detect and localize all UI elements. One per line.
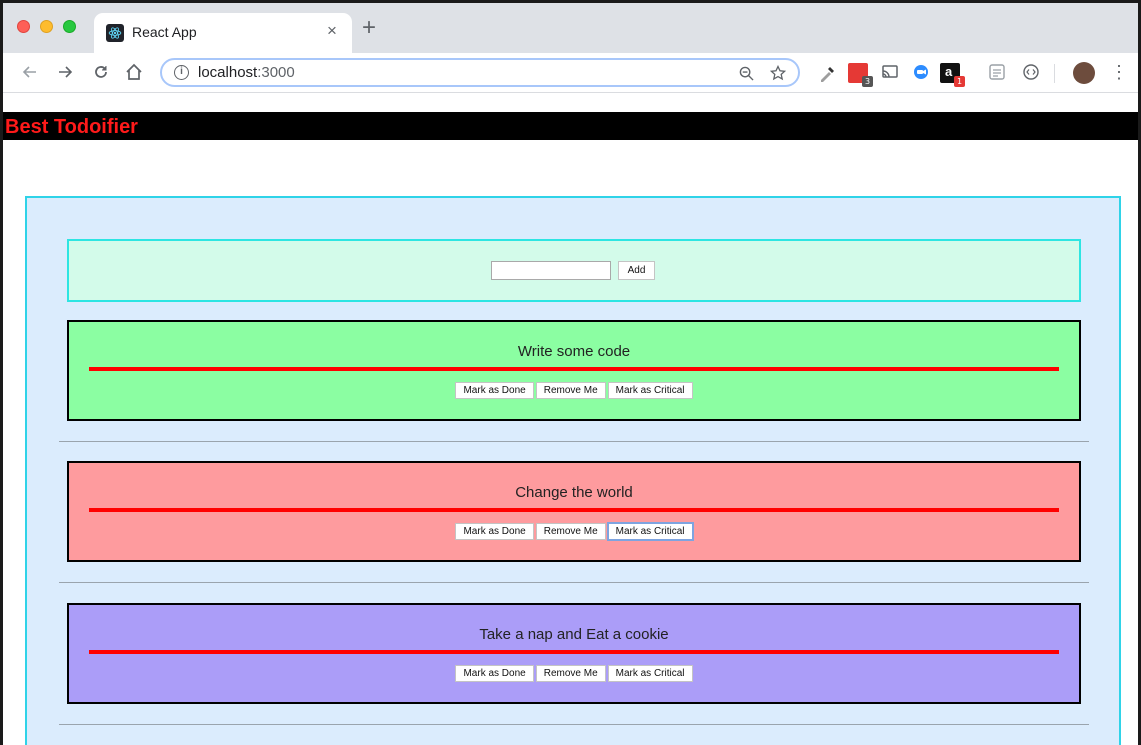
tab-title: React App [132, 24, 197, 40]
amazon-badge: 1 [954, 76, 965, 87]
mark-as-done-button[interactable]: Mark as Done [455, 665, 534, 682]
todo-actions: Mark as Done Remove Me Mark as Critical [69, 522, 1079, 541]
strike-line [89, 367, 1059, 371]
mark-as-critical-button[interactable]: Mark as Critical [607, 665, 693, 682]
strike-line [89, 508, 1059, 512]
url-text: localhost:3000 [198, 64, 295, 81]
todo-item: Take a nap and Eat a cookie Mark as Done… [67, 603, 1081, 704]
todo-item: Change the world Mark as Done Remove Me … [67, 461, 1081, 562]
url-host: localhost [198, 64, 258, 81]
mark-as-done-button[interactable]: Mark as Done [455, 382, 534, 399]
remove-me-button[interactable]: Remove Me [535, 523, 606, 540]
new-tab-button[interactable]: + [362, 16, 376, 40]
forward-icon[interactable] [52, 59, 78, 85]
maximize-window-button[interactable] [63, 20, 76, 33]
site-info-icon[interactable]: i [174, 65, 189, 80]
eyedropper-extension-icon[interactable] [818, 63, 838, 83]
calendar-extension-icon[interactable]: 3 [848, 63, 873, 87]
minimize-window-button[interactable] [40, 20, 53, 33]
remove-me-button[interactable]: Remove Me [535, 382, 606, 399]
reload-icon[interactable] [88, 59, 114, 85]
todo-item: Write some code Mark as Done Remove Me M… [67, 320, 1081, 421]
home-icon[interactable] [121, 59, 147, 85]
todo-divider [59, 582, 1089, 583]
new-todo-input[interactable] [491, 261, 611, 280]
tab-close-icon[interactable]: × [322, 21, 342, 41]
browser-toolbar: i localhost:3000 3 a 1 ⋮ [3, 53, 1138, 93]
address-bar[interactable]: i localhost:3000 [160, 58, 800, 87]
todo-text: Write some code [517, 343, 631, 360]
mark-as-critical-button[interactable]: Mark as Critical [607, 382, 693, 399]
mark-as-critical-button[interactable]: Mark as Critical [606, 522, 694, 541]
todo-actions: Mark as Done Remove Me Mark as Critical [69, 665, 1079, 682]
amazon-a-glyph: a [945, 64, 953, 79]
app-header: Best Todoifier [3, 112, 1138, 140]
mark-as-done-button[interactable]: Mark as Done [455, 523, 534, 540]
app-title: Best Todoifier [5, 116, 138, 138]
toolbar-separator [1054, 64, 1055, 83]
tab-strip: React App × + [3, 3, 1138, 53]
bookmark-star-icon[interactable] [769, 62, 787, 86]
remove-me-button[interactable]: Remove Me [535, 665, 606, 682]
todo-text: Take a nap and Eat a cookie [479, 626, 669, 643]
browser-window: React App × + i localhost:3000 3 a 1 ⋮ B… [0, 0, 1141, 745]
tab-react-app[interactable]: React App × [94, 13, 352, 53]
todo-divider [59, 724, 1089, 725]
todo-text: Change the world [515, 484, 633, 501]
profile-avatar[interactable] [1073, 62, 1095, 84]
amazon-extension-icon[interactable]: a 1 [940, 63, 965, 87]
menu-kebab-icon[interactable]: ⋮ [1106, 59, 1132, 85]
url-port: :3000 [257, 64, 295, 81]
add-button[interactable]: Add [618, 261, 655, 280]
pdf-extension-icon[interactable] [988, 63, 1008, 83]
calendar-badge: 3 [862, 76, 873, 87]
zoom-icon[interactable] [739, 62, 754, 86]
close-window-button[interactable] [17, 20, 30, 33]
todo-actions: Mark as Done Remove Me Mark as Critical [69, 382, 1079, 399]
add-todo-panel: Add [67, 239, 1081, 302]
back-icon[interactable] [17, 59, 43, 85]
todo-divider [59, 441, 1089, 442]
react-logo-icon [106, 24, 124, 42]
todo-container: Add Write some code Mark as Done Remove … [25, 196, 1121, 745]
strike-line [89, 650, 1059, 654]
code-extension-icon[interactable] [1022, 63, 1042, 83]
cast-icon[interactable] [881, 63, 901, 83]
page-viewport: Best Todoifier Add Write some code Mark … [3, 94, 1138, 745]
zoom-extension-icon[interactable] [912, 63, 932, 83]
